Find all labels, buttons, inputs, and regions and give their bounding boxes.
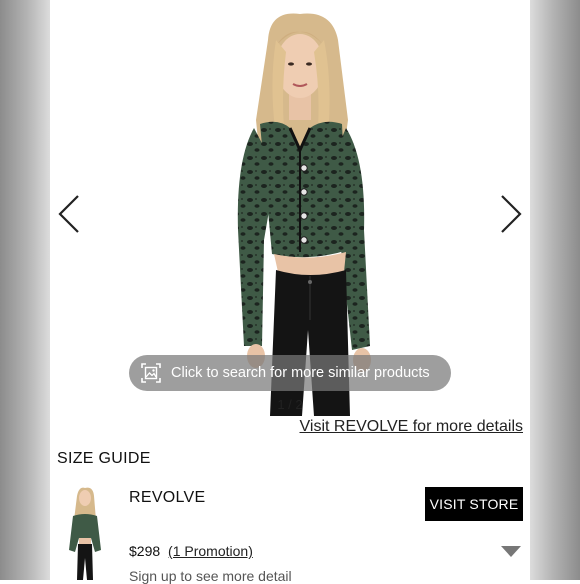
price: $298 [129,543,161,559]
model-illustration [237,13,371,416]
left-background-band [0,0,50,580]
expand-details-button[interactable] [501,545,521,557]
store-name: REVOLVE [129,489,206,506]
search-similar-label: Click to search for more similar product… [171,365,430,381]
product-page: Click to search for more similar product… [50,0,530,584]
product-thumbnail [61,486,109,580]
image-counter: 1 / 2 [277,397,303,412]
signup-prompt[interactable]: Sign up to see more detail [129,568,292,584]
visit-revolve-link[interactable]: Visit REVOLVE for more details [300,418,524,436]
chevron-right-icon [501,195,522,233]
size-guide-heading: SIZE GUIDE [57,450,151,467]
right-background-band [530,0,580,580]
visit-store-button[interactable]: VISIT STORE [425,487,523,521]
promotion-link[interactable]: (1 Promotion) [168,543,253,559]
product-image[interactable] [190,0,410,416]
previous-image-button[interactable] [54,192,84,236]
image-search-icon [141,363,161,383]
search-similar-button[interactable]: Click to search for more similar product… [129,355,451,391]
price-row: $298 (1 Promotion) [129,543,253,559]
caret-down-icon [501,546,521,557]
chevron-left-icon [58,195,79,233]
next-image-button[interactable] [496,192,526,236]
